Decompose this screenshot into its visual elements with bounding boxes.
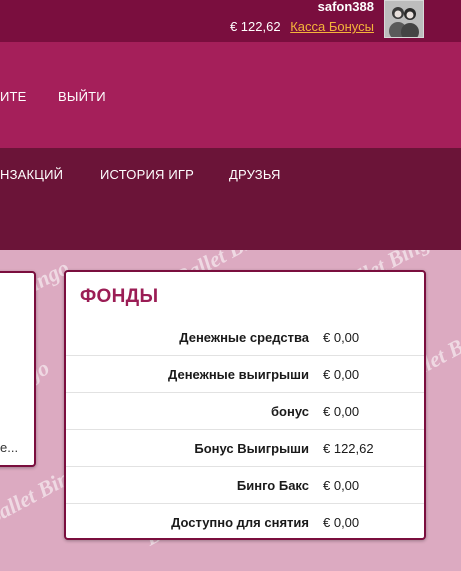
left-panel-more-link[interactable]: е...: [0, 440, 18, 455]
cashier-bonus-link[interactable]: Касса Бонусы: [290, 19, 374, 34]
funds-row-value: € 0,00: [323, 466, 424, 504]
nav-item-transactions[interactable]: НЗАКЦИЙ: [0, 167, 63, 182]
funds-row-value: € 0,00: [323, 319, 424, 356]
nav-item-logout[interactable]: ВЫЙТИ: [58, 89, 106, 104]
avatar-photo-icon: [385, 1, 423, 37]
funds-row: бонус € 0,00: [66, 392, 424, 430]
funds-row-label: Денежные средства: [66, 319, 323, 356]
funds-row-label: бонус: [66, 392, 323, 430]
nav-item-game-history[interactable]: ИСТОРИЯ ИГР: [100, 167, 194, 182]
funds-table: Денежные средства € 0,00 Денежные выигры…: [66, 319, 424, 540]
funds-title: ФОНДЫ: [80, 286, 159, 307]
funds-row: Бинго Бакс € 0,00: [66, 466, 424, 504]
left-panel: [0, 271, 36, 467]
account-balance: € 122,62: [229, 19, 281, 34]
funds-row-value: € 122,62: [323, 429, 424, 467]
content-area: Ballet BingoBallet BingoBallet BingoBall…: [0, 250, 461, 571]
nav-item-friends[interactable]: ДРУЗЬЯ: [229, 167, 281, 182]
nav-item-partial[interactable]: ИТЕ: [0, 89, 27, 104]
funds-row: Доступно для снятия € 0,00: [66, 504, 424, 541]
username: safon388: [317, 0, 374, 14]
funds-panel: ФОНДЫ Денежные средства € 0,00 Денежные …: [64, 270, 426, 540]
account-bar: safon388 € 122,62 Касса Бонусы: [0, 0, 461, 42]
funds-row-value: € 0,00: [323, 392, 424, 430]
funds-row: Денежные выигрыши € 0,00: [66, 355, 424, 393]
primary-nav: ИТЕ ВЫЙТИ: [0, 42, 461, 148]
funds-row: Бонус Выигрыши € 122,62: [66, 429, 424, 467]
funds-row-label: Доступно для снятия: [171, 514, 309, 530]
funds-row-label: Бонус Выигрыши: [66, 429, 323, 467]
funds-row-label: Бинго Бакс: [66, 466, 323, 504]
funds-row-value: € 0,00: [323, 514, 360, 530]
funds-row: Денежные средства € 0,00: [66, 319, 424, 356]
avatar[interactable]: [384, 0, 424, 38]
balance-line: € 122,62 Касса Бонусы: [230, 19, 374, 35]
secondary-nav: НЗАКЦИЙ ИСТОРИЯ ИГР ДРУЗЬЯ: [0, 148, 461, 250]
funds-row-label: Денежные выигрыши: [66, 355, 323, 393]
funds-row-value: € 0,00: [323, 355, 424, 393]
